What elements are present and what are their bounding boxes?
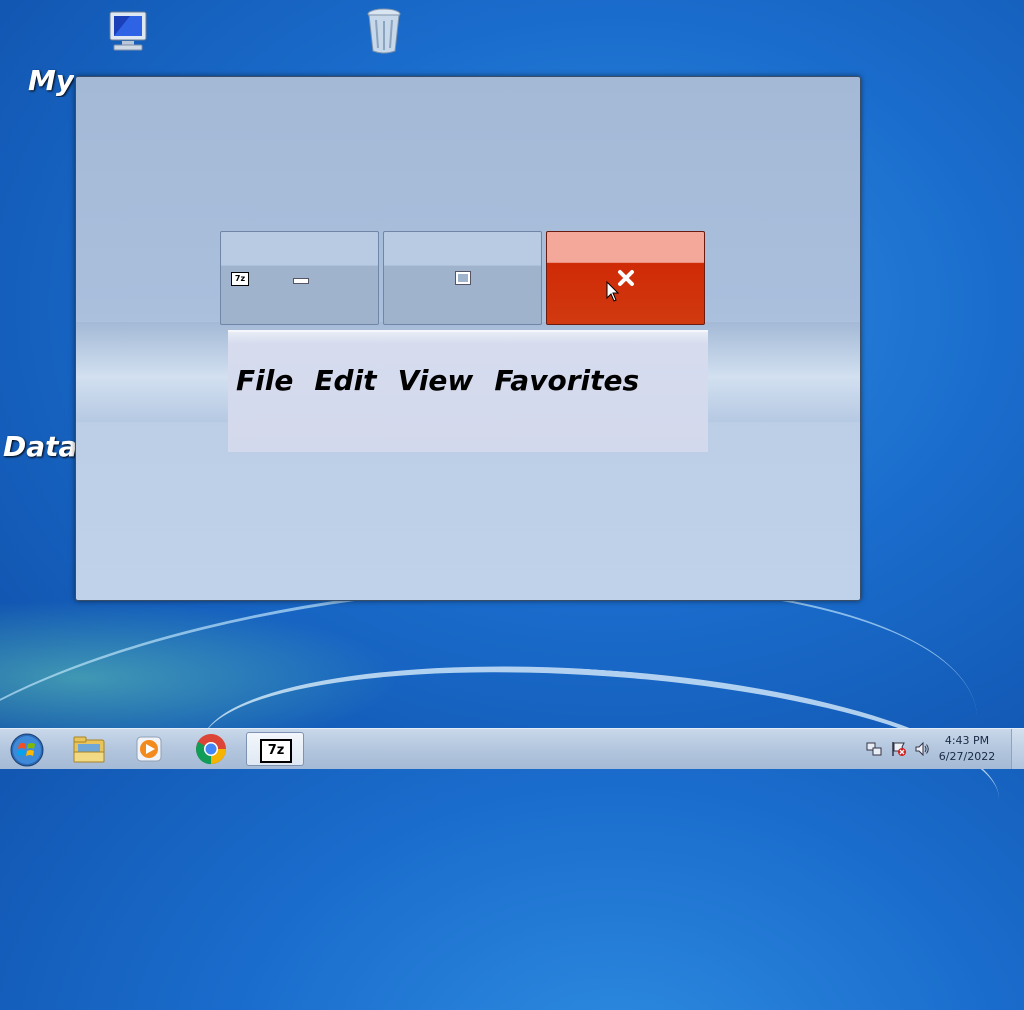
maximize-button[interactable] [383,231,542,325]
menu-favorites[interactable]: Favorites [494,364,639,397]
mouse-cursor-icon [606,281,620,302]
menu-bar: File Edit View Favorites [228,330,708,452]
show-desktop-button[interactable] [1011,729,1024,769]
clock-time: 4:43 PM [944,734,990,747]
folder-icon [73,736,105,763]
volume-icon[interactable] [914,741,930,757]
app-window[interactable]: 7z File Edit View Favorites [75,76,861,601]
action-center-flag-icon[interactable] [891,741,907,757]
desktop-label[interactable]: My Computer [28,64,74,97]
menu-edit[interactable]: Edit [314,364,376,397]
minimize-button[interactable]: 7z [220,231,379,325]
chrome-icon [196,734,226,765]
menu-file[interactable]: File [236,364,293,397]
network-icon[interactable] [866,741,882,757]
desktop-label[interactable]: Data [3,430,75,463]
clock-date: 6/27/2022 [938,750,996,763]
menu-view[interactable]: View [398,364,474,397]
computer-icon[interactable] [104,10,152,54]
app-icon: 7z [231,272,249,286]
system-clock[interactable]: 4:43 PM 6/27/2022 [932,733,1002,765]
maximize-icon [455,271,471,285]
windows-logo-icon [10,733,44,767]
media-player-taskbar-button[interactable] [122,732,176,766]
media-player-icon [136,736,162,762]
7zip-icon: 7z [260,739,292,763]
start-button[interactable] [2,732,52,767]
7zip-taskbar-button[interactable]: 7z [246,732,304,766]
minimize-icon [293,278,309,284]
close-button[interactable] [546,231,705,325]
chrome-taskbar-button[interactable] [184,732,238,766]
explorer-taskbar-button[interactable] [62,732,116,766]
recycle-bin-icon[interactable] [364,6,404,56]
taskbar: 7z 4:43 PM 6/27/2022 [0,728,1024,769]
